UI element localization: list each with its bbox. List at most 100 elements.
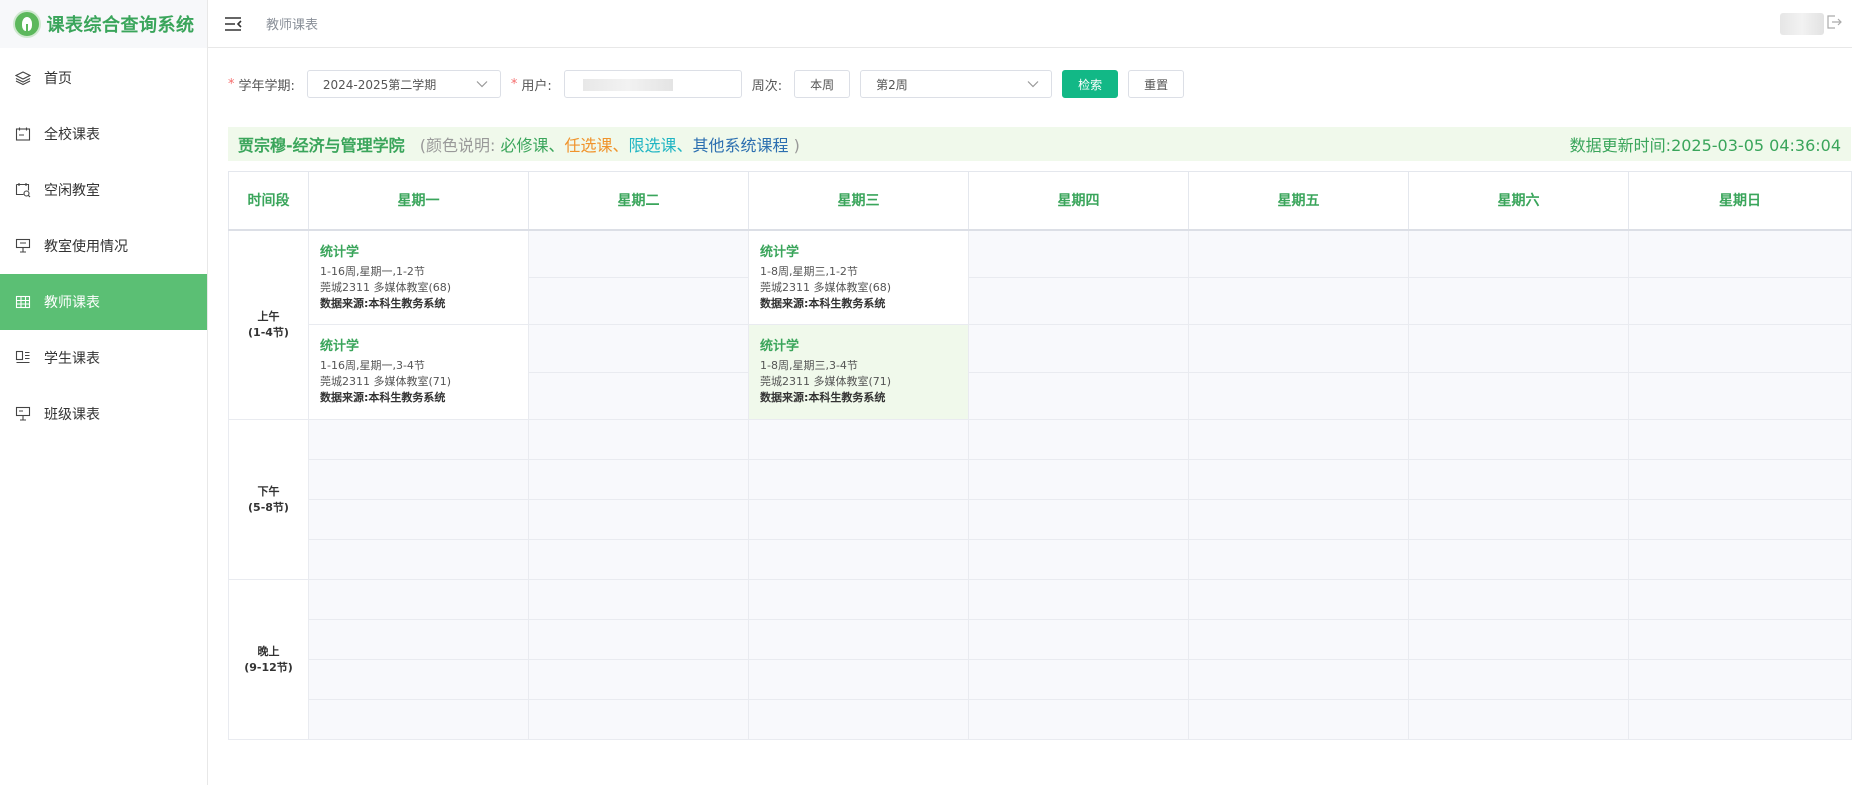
empty-cell bbox=[1188, 276, 1409, 325]
table-row bbox=[229, 459, 1852, 500]
course-cell[interactable]: 统计学 1-16周,星期一,1-2节 莞城2311 多媒体教室(68) 数据来源… bbox=[308, 229, 529, 325]
empty-cell bbox=[1408, 699, 1629, 740]
empty-cell bbox=[1188, 659, 1409, 700]
empty-cell bbox=[1628, 459, 1852, 500]
course-room: 莞城2311 多媒体教室(68) bbox=[320, 280, 452, 294]
empty-cell bbox=[1408, 619, 1629, 660]
user-input[interactable] bbox=[563, 70, 742, 98]
empty-cell bbox=[1408, 371, 1629, 420]
table-row: 上午 (1-4节) 统计学 1-16周,星期一,1-2节 莞城2311 多媒体教… bbox=[228, 229, 1852, 420]
calendar-icon bbox=[14, 125, 32, 143]
empty-cell bbox=[528, 699, 749, 740]
sidebar-item-student-schedule[interactable]: 学生课表 bbox=[0, 330, 207, 386]
sidebar-item-classroom-usage[interactable]: 教室使用情况 bbox=[0, 218, 207, 274]
timetable: 时间段 星期一 星期二 星期三 星期四 星期五 星期六 星期日 上午 (1-4节… bbox=[228, 171, 1852, 740]
empty-cell bbox=[748, 419, 969, 460]
empty-cell bbox=[308, 459, 529, 500]
sidebar-item-free-classroom[interactable]: 空闲教室 bbox=[0, 162, 207, 218]
week-label: 周次: bbox=[751, 78, 783, 94]
col-header-friday: 星期五 bbox=[1188, 171, 1409, 231]
empty-cell bbox=[1408, 499, 1629, 540]
empty-cell bbox=[1628, 371, 1852, 420]
empty-cell bbox=[308, 699, 529, 740]
sidebar: 课表综合查询系统 首页 全校课表 空闲教室 教室使用情况 教师课表 学生课表 班… bbox=[0, 0, 208, 785]
chevron-down-icon bbox=[476, 81, 488, 88]
empty-cell bbox=[1408, 419, 1629, 460]
empty-cell bbox=[1628, 579, 1852, 620]
empty-cell bbox=[528, 659, 749, 700]
empty-cell bbox=[968, 324, 1189, 373]
course-source: 数据来源:本科生教务系统 bbox=[760, 296, 886, 310]
table-row bbox=[229, 499, 1852, 540]
course-name: 统计学 bbox=[320, 339, 360, 354]
week-select[interactable]: 第2周 bbox=[860, 70, 1053, 98]
sidebar-item-school-schedule[interactable]: 全校课表 bbox=[0, 106, 207, 162]
empty-cell bbox=[968, 371, 1189, 420]
empty-cell bbox=[1408, 276, 1629, 325]
teacher-name: 贾宗穆-经济与管理学院 bbox=[238, 136, 405, 155]
class-icon bbox=[14, 405, 32, 423]
brand: 课表综合查询系统 bbox=[0, 0, 207, 48]
empty-cell bbox=[1628, 324, 1852, 373]
empty-cell bbox=[528, 459, 749, 500]
legend-required: 必修课、 bbox=[500, 136, 565, 155]
empty-cell bbox=[1188, 499, 1409, 540]
empty-cell bbox=[1188, 229, 1409, 278]
course-cell[interactable]: 统计学 1-8周,星期三,1-2节 莞城2311 多媒体教室(68) 数据来源:… bbox=[748, 229, 969, 325]
empty-cell bbox=[1628, 276, 1852, 325]
empty-cell bbox=[968, 419, 1189, 460]
sidebar-item-teacher-schedule[interactable]: 教师课表 bbox=[0, 274, 207, 330]
empty-cell bbox=[1628, 659, 1852, 700]
avatar[interactable] bbox=[1780, 13, 1824, 35]
sidebar-item-label: 空闲教室 bbox=[44, 183, 100, 199]
info-bar: 贾宗穆-经济与管理学院 (颜色说明: 必修课、任选课、限选课、其他系统课程 ) … bbox=[228, 127, 1851, 161]
empty-cell bbox=[968, 499, 1189, 540]
course-source: 数据来源:本科生教务系统 bbox=[320, 296, 446, 310]
col-header-monday: 星期一 bbox=[308, 171, 529, 231]
room-search-icon bbox=[14, 181, 32, 199]
empty-cell bbox=[1628, 229, 1852, 278]
search-button[interactable]: 检索 bbox=[1062, 70, 1119, 98]
table-row bbox=[229, 659, 1852, 700]
course-weeks: 1-8周,星期三,1-2节 bbox=[760, 264, 858, 278]
update-time: 数据更新时间:2025-03-05 04:36:04 bbox=[1569, 136, 1841, 155]
filter-bar: * 学年学期: 2024-2025第二学期 * 用户: 周次: 本周 第2周 检索 … bbox=[228, 70, 1185, 98]
empty-cell bbox=[968, 276, 1189, 325]
course-name: 统计学 bbox=[760, 339, 800, 354]
term-label: * 学年学期: bbox=[228, 76, 295, 94]
sidebar-item-home[interactable]: 首页 bbox=[0, 50, 207, 106]
course-cell[interactable]: 统计学 1-16周,星期一,3-4节 莞城2311 多媒体教室(71) 数据来源… bbox=[308, 324, 529, 420]
sidebar-item-label: 教室使用情况 bbox=[44, 239, 128, 255]
empty-cell bbox=[528, 229, 749, 278]
legend-elective: 任选课、 bbox=[564, 136, 629, 155]
sidebar-item-label: 首页 bbox=[44, 71, 72, 87]
empty-cell bbox=[308, 579, 529, 620]
course-weeks: 1-16周,星期一,3-4节 bbox=[320, 359, 425, 372]
sidebar-item-class-schedule[interactable]: 班级课表 bbox=[0, 386, 207, 442]
breadcrumb[interactable]: 教师课表 bbox=[266, 14, 318, 33]
empty-cell bbox=[528, 371, 749, 420]
empty-cell bbox=[968, 619, 1189, 660]
legend: 贾宗穆-经济与管理学院 (颜色说明: 必修课、任选课、限选课、其他系统课程 ) bbox=[238, 136, 800, 155]
student-icon bbox=[14, 349, 32, 367]
empty-cell bbox=[1628, 539, 1852, 580]
empty-cell bbox=[748, 619, 969, 660]
empty-cell bbox=[1628, 499, 1852, 540]
course-source: 数据来源:本科生教务系统 bbox=[760, 391, 886, 404]
course-cell-highlighted[interactable]: 统计学 1-8周,星期三,3-4节 莞城2311 多媒体教室(71) 数据来源:… bbox=[748, 324, 969, 420]
reset-button[interactable]: 重置 bbox=[1128, 70, 1185, 98]
empty-cell bbox=[968, 699, 1189, 740]
menu-toggle-icon[interactable] bbox=[224, 14, 244, 34]
empty-cell bbox=[1188, 371, 1409, 420]
term-select[interactable]: 2024-2025第二学期 bbox=[306, 70, 501, 98]
empty-cell bbox=[1188, 419, 1409, 460]
empty-cell bbox=[748, 659, 969, 700]
empty-cell bbox=[1188, 459, 1409, 500]
table-row bbox=[229, 539, 1852, 580]
empty-cell bbox=[1408, 459, 1629, 500]
course-weeks: 1-8周,星期三,3-4节 bbox=[760, 359, 858, 372]
logout-icon[interactable] bbox=[1826, 14, 1844, 32]
empty-cell bbox=[1188, 579, 1409, 620]
this-week-button[interactable]: 本周 bbox=[794, 70, 851, 98]
table-icon bbox=[14, 293, 32, 311]
